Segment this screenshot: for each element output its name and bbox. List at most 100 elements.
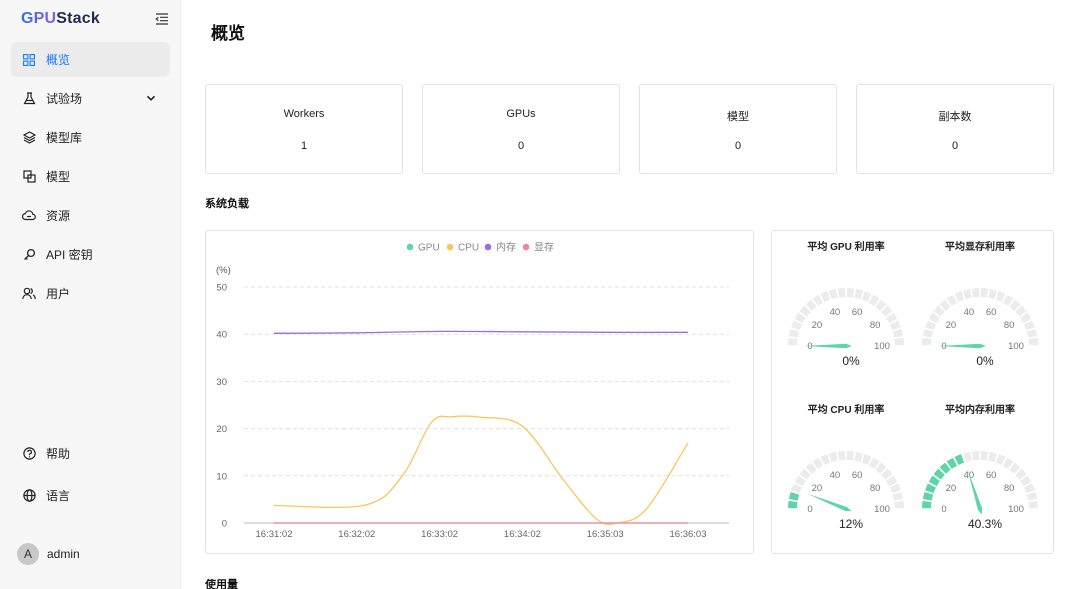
legend-label: GPU — [418, 243, 440, 254]
stat-value: 1 — [300, 140, 308, 152]
y-tick-label: 40 — [216, 330, 227, 341]
flask-icon — [22, 92, 36, 106]
gauge-segment — [1024, 483, 1035, 494]
gauge-tick-label: 80 — [870, 483, 881, 494]
gauge-title: 平均显存利用率 — [945, 240, 1015, 253]
users-icon — [22, 287, 36, 301]
sidebar-item-label: 资源 — [46, 209, 71, 223]
sidebar-item-label: API 密钥 — [46, 248, 93, 262]
legend-marker-2 — [484, 243, 492, 251]
gauge-tick-label: 0 — [807, 504, 812, 515]
x-tick-label: 16:33:02 — [421, 529, 458, 540]
gauge-segment — [1026, 491, 1038, 501]
gauge-segment — [954, 454, 965, 465]
gauge-segment — [791, 320, 802, 331]
collapse-sidebar-icon[interactable] — [155, 12, 171, 28]
gauge-segment — [894, 337, 904, 346]
model-copy-icon — [22, 170, 36, 184]
dashboard-grid-icon — [22, 53, 36, 67]
sidebar-item-playground[interactable]: 试验场 — [11, 81, 170, 116]
sidebar-item-help[interactable]: 帮助 — [11, 436, 170, 471]
sidebar-item-overview[interactable]: 概览 — [11, 42, 170, 77]
gauge-segment — [890, 483, 901, 494]
gauge-segment — [980, 288, 989, 298]
gauge-tick-label: 80 — [1004, 320, 1015, 331]
series-line-内存 — [273, 330, 689, 334]
sidebar-item-label: 语言 — [46, 489, 71, 503]
sidebar-item-api-keys[interactable]: API 密钥 — [11, 237, 170, 272]
gauge-tick-label: 20 — [946, 483, 957, 494]
stat-card-replicas: 副本数 0 — [856, 84, 1054, 174]
sidebar-item-users[interactable]: 用户 — [11, 276, 170, 311]
gauge-segment — [894, 500, 904, 509]
gauge-segment — [954, 291, 965, 302]
legend-label: CPU — [458, 243, 479, 254]
sidebar-item-resources[interactable]: 资源 — [11, 198, 170, 233]
gauge-tick-label: 20 — [946, 320, 957, 331]
gauge-tick-label: 40 — [830, 307, 841, 318]
gauge-tick-label: 100 — [874, 341, 890, 352]
sidebar-item-language[interactable]: 语言 — [11, 478, 170, 513]
y-tick-label: 10 — [216, 471, 227, 482]
gauge-tick-label: 60 — [852, 307, 863, 318]
app-logo[interactable]: GPUStack — [21, 10, 100, 30]
gauge-tick-label: 40 — [964, 470, 975, 481]
user-menu[interactable]: A admin — [17, 543, 80, 565]
gauge-segment — [922, 500, 932, 509]
gauge-segment — [820, 291, 831, 302]
sidebar-item-label: 用户 — [46, 287, 71, 301]
stat-value: 0 — [734, 140, 742, 152]
gauge-needle — [806, 493, 852, 512]
x-tick-label: 16:36:03 — [670, 529, 707, 540]
layers-icon — [22, 131, 36, 145]
gauge-segment — [980, 451, 989, 461]
gauge-tick-label: 80 — [1004, 483, 1015, 494]
gauge-value-label: 12% — [839, 517, 863, 531]
sidebar-item-model-catalog[interactable]: 模型库 — [11, 120, 170, 155]
gauge-segment — [892, 491, 904, 501]
gauge-segment — [922, 491, 934, 501]
sidebar-item-label: 模型 — [46, 170, 71, 184]
stat-value: 0 — [517, 140, 525, 152]
gauge-segment — [837, 288, 846, 298]
gauge-segment — [890, 320, 901, 331]
gauge-segment — [854, 451, 864, 463]
series-line-CPU — [273, 415, 689, 526]
sidebar-item-models[interactable]: 模型 — [11, 159, 170, 194]
system-load-chart-panel: GPU CPU 内存 显存 (%) 0 10 20 30 40 50 16:31:02 16:32:02… — [205, 230, 754, 554]
gauge-segment — [971, 288, 980, 298]
utilization-gauges-panel: 平均 GPU 利用率 0 20 40 60 80 100 0% 平均显存利用率 0 20 40 60 80… — [771, 230, 1054, 554]
chevron-down-icon[interactable] — [145, 92, 157, 104]
legend-marker-3 — [522, 243, 530, 251]
y-tick-label: 50 — [216, 283, 227, 294]
gauge-segment — [828, 288, 838, 300]
stat-label: GPUs — [506, 108, 536, 120]
y-tick-label: 20 — [216, 424, 227, 435]
gauge-segment — [846, 451, 855, 461]
gauge-segment — [1026, 328, 1038, 338]
gauge-value-label: 0% — [842, 354, 860, 368]
gauge-segment — [837, 451, 846, 461]
gauge-title: 平均 CPU 利用率 — [808, 403, 885, 416]
x-tick-label: 16:31:02 — [256, 529, 293, 540]
gauge-tick-label: 0 — [941, 504, 946, 515]
section-title-system-load: 系统负载 — [205, 198, 249, 210]
gauge-needle — [967, 468, 983, 515]
user-name: admin — [47, 547, 80, 561]
gauge-segment — [922, 337, 932, 346]
gauge-segment — [995, 454, 1006, 465]
stat-card-workers: Workers 1 — [205, 84, 403, 174]
logo-prefix: GPU — [21, 10, 57, 27]
gauge-title: 平均内存利用率 — [945, 403, 1015, 416]
gauge-segment — [1024, 320, 1035, 331]
sidebar-item-label: 概览 — [46, 53, 71, 67]
gauge-segment — [922, 328, 934, 338]
sidebar: GPUStack 概览 试验场 模型库 模型 资源 API 密钥 用户 帮助 语… — [0, 0, 181, 589]
stat-label: Workers — [283, 108, 325, 120]
gauge-tick-label: 60 — [986, 307, 997, 318]
gauge-segment — [861, 454, 872, 465]
y-axis-label: (%) — [216, 265, 231, 276]
gauge-tick-label: 0 — [807, 341, 812, 352]
gauge-segment — [854, 288, 864, 300]
cloud-resource-icon — [22, 209, 36, 223]
